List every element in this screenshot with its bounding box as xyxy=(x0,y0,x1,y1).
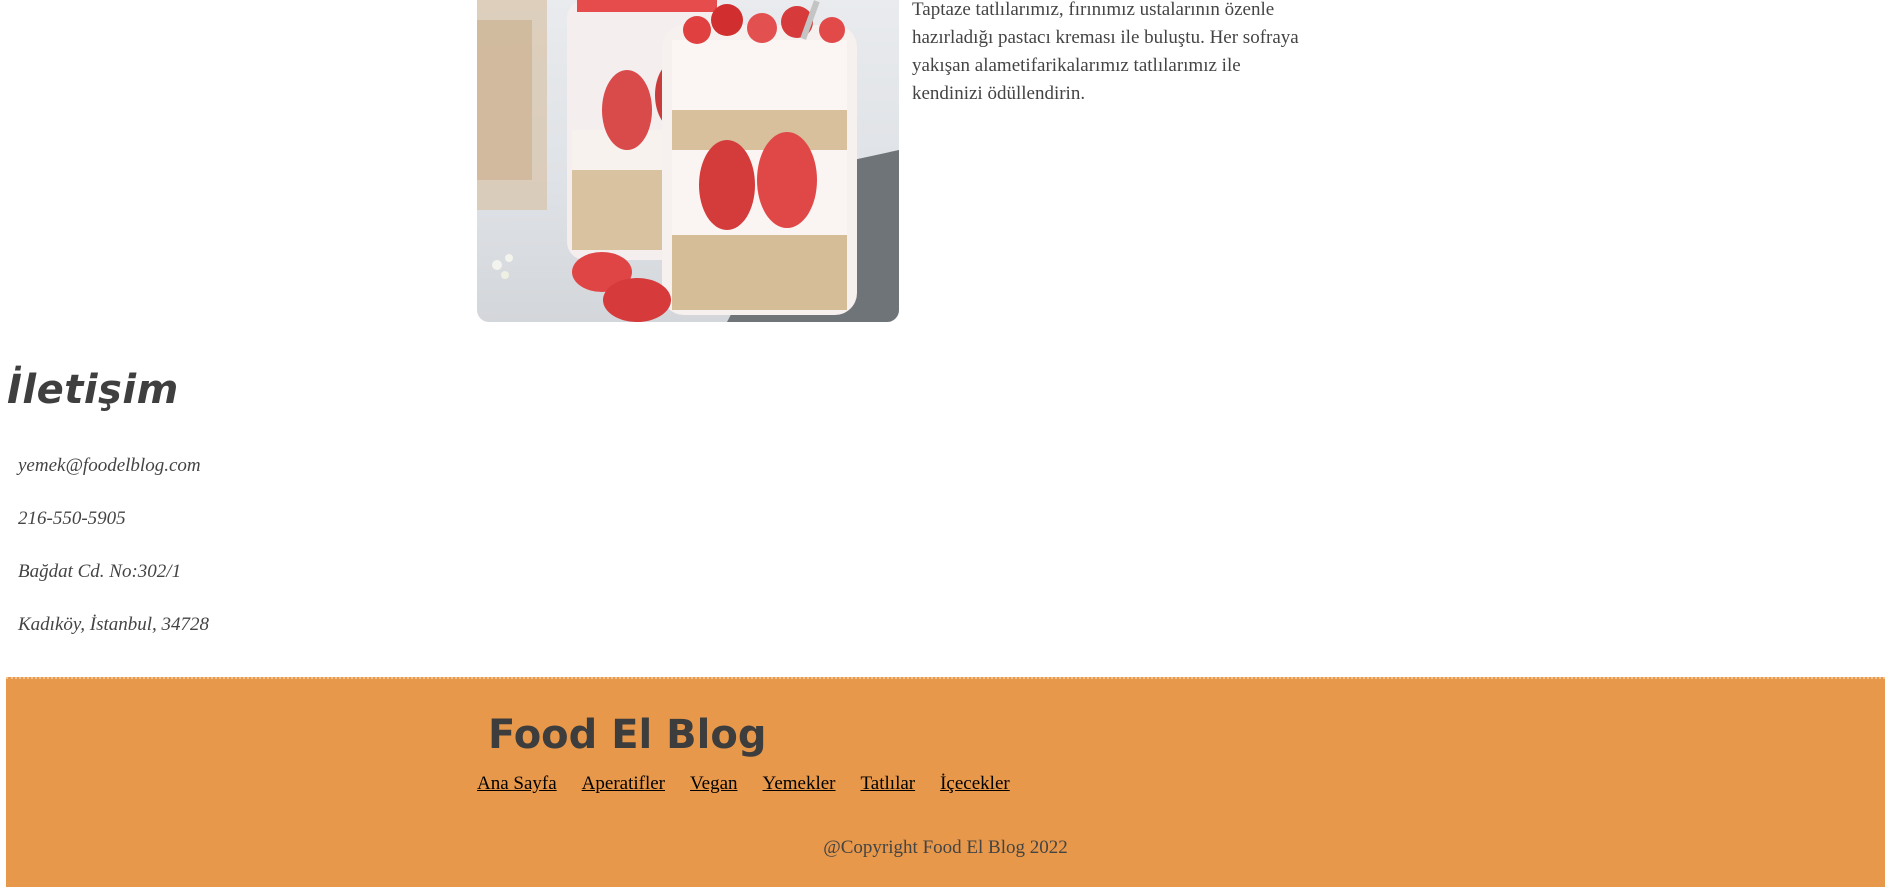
footer-link-meals[interactable]: Yemekler xyxy=(763,772,836,796)
contact-email: yemek@foodelblog.com xyxy=(18,455,201,476)
contact-title: İletişim xyxy=(7,367,179,413)
footer-title: Food El Blog xyxy=(488,712,767,758)
contact-address-street: Bağdat Cd. No:302/1 xyxy=(18,561,182,582)
contact-address-city: Kadıköy, İstanbul, 34728 xyxy=(18,614,210,635)
footer-link-desserts[interactable]: Tatlılar xyxy=(861,772,916,796)
footer-link-appetizers[interactable]: Aperatifler xyxy=(582,772,665,796)
footer-link-drinks[interactable]: İçecekler xyxy=(940,772,1010,796)
dessert-image xyxy=(477,0,899,322)
footer-link-home[interactable]: Ana Sayfa xyxy=(477,772,557,796)
footer-nav: Ana Sayfa Aperatifler Vegan Yemekler Tat… xyxy=(477,772,1010,796)
contact-phone: 216-550-5905 xyxy=(18,508,126,529)
footer: Food El Blog Ana Sayfa Aperatifler Vegan… xyxy=(6,677,1885,887)
footer-copyright: @Copyright Food El Blog 2022 xyxy=(823,837,1068,858)
dessert-description: Taptaze tatlılarımız, fırınımız ustaları… xyxy=(912,0,1299,104)
footer-link-vegan[interactable]: Vegan xyxy=(690,772,737,796)
contact-list: yemek@foodelblog.com 216-550-5905 Bağdat… xyxy=(18,452,209,664)
parfait-illustration xyxy=(477,0,899,322)
